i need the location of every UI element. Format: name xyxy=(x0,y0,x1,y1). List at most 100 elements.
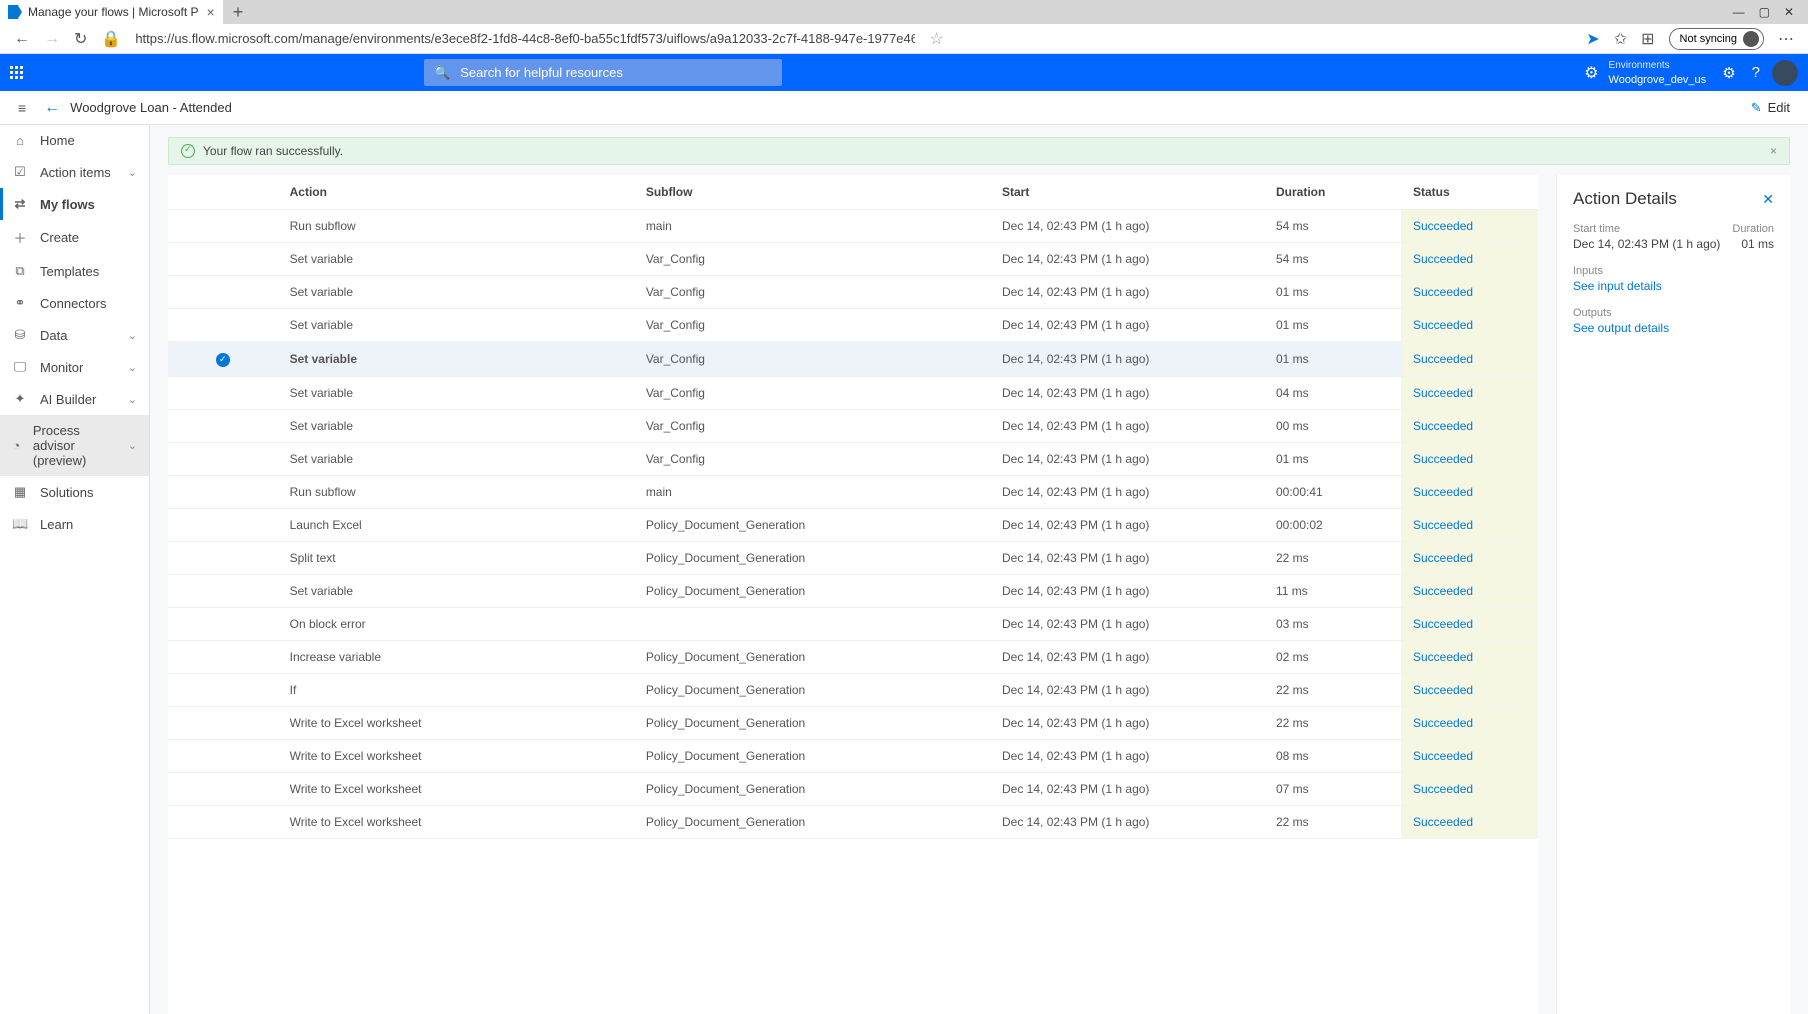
app-launcher-icon[interactable] xyxy=(10,66,23,79)
table-row[interactable]: Set variable Var_Config Dec 14, 02:43 PM… xyxy=(168,276,1538,309)
nav-toggle-icon[interactable]: ≡ xyxy=(18,100,44,116)
refresh-icon[interactable]: ↻ xyxy=(74,29,87,49)
outputs-link[interactable]: See output details xyxy=(1573,321,1774,335)
nav-learn[interactable]: 📖Learn xyxy=(0,508,149,540)
success-banner: Your flow ran successfully. × xyxy=(168,137,1790,165)
table-row[interactable]: Write to Excel worksheet Policy_Document… xyxy=(168,772,1538,805)
profile-avatar-icon xyxy=(1743,31,1759,47)
nav-action-items[interactable]: ☑Action items⌄ xyxy=(0,156,149,188)
table-row[interactable]: Run subflow main Dec 14, 02:43 PM (1 h a… xyxy=(168,210,1538,243)
status-link[interactable]: Succeeded xyxy=(1413,318,1473,332)
cell-start: Dec 14, 02:43 PM (1 h ago) xyxy=(990,805,1264,838)
status-link[interactable]: Succeeded xyxy=(1413,683,1473,697)
edit-button[interactable]: ✎ Edit xyxy=(1751,100,1790,116)
table-row[interactable]: If Policy_Document_Generation Dec 14, 02… xyxy=(168,673,1538,706)
sync-status[interactable]: Not syncing xyxy=(1669,28,1764,50)
nav-connectors[interactable]: ⚭Connectors xyxy=(0,287,149,319)
forward-icon[interactable]: → xyxy=(44,30,60,48)
table-row[interactable]: Set variable Var_Config Dec 14, 02:43 PM… xyxy=(168,409,1538,442)
table-row[interactable]: Set variable Policy_Document_Generation … xyxy=(168,574,1538,607)
start-time-value: Dec 14, 02:43 PM (1 h ago) xyxy=(1573,237,1720,251)
flow-extension-icon[interactable]: ➤ xyxy=(1586,29,1599,49)
table-row[interactable]: Increase variable Policy_Document_Genera… xyxy=(168,640,1538,673)
favorite-icon[interactable]: ☆ xyxy=(929,29,943,49)
table-row[interactable]: Write to Excel worksheet Policy_Document… xyxy=(168,739,1538,772)
back-arrow-icon[interactable]: ← xyxy=(44,99,60,117)
settings-icon[interactable]: ⚙ xyxy=(1722,64,1735,82)
status-link[interactable]: Succeeded xyxy=(1413,650,1473,664)
col-start[interactable]: Start xyxy=(990,175,1264,210)
collections-icon[interactable]: ⊞ xyxy=(1641,29,1654,49)
nav-monitor[interactable]: 🖵Monitor⌄ xyxy=(0,351,149,383)
banner-close-icon[interactable]: × xyxy=(1770,144,1777,158)
nav-process-advisor[interactable]: ◔Process advisor (preview)⌄ xyxy=(0,415,149,476)
nav-data[interactable]: ⛁Data⌄ xyxy=(0,319,149,351)
col-subflow[interactable]: Subflow xyxy=(634,175,990,210)
nav-home[interactable]: ⌂Home xyxy=(0,125,149,156)
details-title: Action Details xyxy=(1573,189,1677,209)
status-link[interactable]: Succeeded xyxy=(1413,219,1473,233)
status-link[interactable]: Succeeded xyxy=(1413,749,1473,763)
status-link[interactable]: Succeeded xyxy=(1413,716,1473,730)
status-link[interactable]: Succeeded xyxy=(1413,584,1473,598)
col-status[interactable]: Status xyxy=(1401,175,1538,210)
favorites-icon[interactable]: ✩ xyxy=(1614,29,1627,49)
flow-icon: ⇄ xyxy=(12,196,28,212)
table-row[interactable]: Set variable Var_Config Dec 14, 02:43 PM… xyxy=(168,309,1538,342)
status-link[interactable]: Succeeded xyxy=(1413,782,1473,796)
status-link[interactable]: Succeeded xyxy=(1413,252,1473,266)
table-row[interactable]: Run subflow main Dec 14, 02:43 PM (1 h a… xyxy=(168,475,1538,508)
left-navigation: ⌂Home ☑Action items⌄ ⇄My flows ＋Create ⧉… xyxy=(0,125,150,1014)
cell-start: Dec 14, 02:43 PM (1 h ago) xyxy=(990,342,1264,377)
nav-ai-builder[interactable]: ✦AI Builder⌄ xyxy=(0,383,149,415)
status-link[interactable]: Succeeded xyxy=(1413,617,1473,631)
table-row[interactable]: ✓ Set variable Var_Config Dec 14, 02:43 … xyxy=(168,342,1538,377)
status-link[interactable]: Succeeded xyxy=(1413,386,1473,400)
nav-my-flows[interactable]: ⇄My flows xyxy=(0,188,149,220)
details-close-icon[interactable]: ✕ xyxy=(1762,191,1774,208)
status-link[interactable]: Succeeded xyxy=(1413,285,1473,299)
col-action[interactable]: Action xyxy=(278,175,634,210)
tab-close-icon[interactable]: × xyxy=(207,4,215,20)
help-icon[interactable]: ? xyxy=(1752,64,1760,81)
cell-action: Write to Excel worksheet xyxy=(278,805,634,838)
cell-start: Dec 14, 02:43 PM (1 h ago) xyxy=(990,276,1264,309)
browser-tab[interactable]: Manage your flows | Microsoft P × xyxy=(0,0,223,24)
maximize-icon[interactable]: ▢ xyxy=(1759,5,1770,19)
minimize-icon[interactable]: — xyxy=(1733,5,1745,19)
nav-create[interactable]: ＋Create xyxy=(0,220,149,255)
table-row[interactable]: Launch Excel Policy_Document_Generation … xyxy=(168,508,1538,541)
back-icon[interactable]: ← xyxy=(14,30,30,48)
table-row[interactable]: Split text Policy_Document_Generation De… xyxy=(168,541,1538,574)
status-link[interactable]: Succeeded xyxy=(1413,419,1473,433)
status-link[interactable]: Succeeded xyxy=(1413,551,1473,565)
table-row[interactable]: Write to Excel worksheet Policy_Document… xyxy=(168,706,1538,739)
close-window-icon[interactable]: ✕ xyxy=(1784,5,1794,19)
status-link[interactable]: Succeeded xyxy=(1413,452,1473,466)
cell-start: Dec 14, 02:43 PM (1 h ago) xyxy=(990,574,1264,607)
cell-action: Set variable xyxy=(278,574,634,607)
cell-action: Set variable xyxy=(278,342,634,377)
table-row[interactable]: Set variable Var_Config Dec 14, 02:43 PM… xyxy=(168,243,1538,276)
nav-solutions[interactable]: ▦Solutions xyxy=(0,476,149,508)
environment-picker[interactable]: ⚙ Environments Woodgrove_dev_us xyxy=(1584,58,1706,87)
table-row[interactable]: Write to Excel worksheet Policy_Document… xyxy=(168,805,1538,838)
cell-subflow: Var_Config xyxy=(634,243,990,276)
cell-start: Dec 14, 02:43 PM (1 h ago) xyxy=(990,475,1264,508)
table-row[interactable]: On block error Dec 14, 02:43 PM (1 h ago… xyxy=(168,607,1538,640)
table-row[interactable]: Set variable Var_Config Dec 14, 02:43 PM… xyxy=(168,442,1538,475)
col-duration[interactable]: Duration xyxy=(1264,175,1401,210)
search-input[interactable]: 🔍 Search for helpful resources xyxy=(424,59,782,86)
nav-templates[interactable]: ⧉Templates xyxy=(0,255,149,287)
status-link[interactable]: Succeeded xyxy=(1413,352,1473,366)
new-tab-button[interactable]: + xyxy=(233,2,244,23)
more-icon[interactable]: ⋯ xyxy=(1778,29,1794,49)
inputs-link[interactable]: See input details xyxy=(1573,279,1774,293)
status-link[interactable]: Succeeded xyxy=(1413,518,1473,532)
status-link[interactable]: Succeeded xyxy=(1413,815,1473,829)
user-avatar[interactable] xyxy=(1772,60,1798,86)
table-row[interactable]: Set variable Var_Config Dec 14, 02:43 PM… xyxy=(168,376,1538,409)
page-title: Woodgrove Loan - Attended xyxy=(70,100,232,115)
status-link[interactable]: Succeeded xyxy=(1413,485,1473,499)
url-input[interactable] xyxy=(135,31,915,46)
